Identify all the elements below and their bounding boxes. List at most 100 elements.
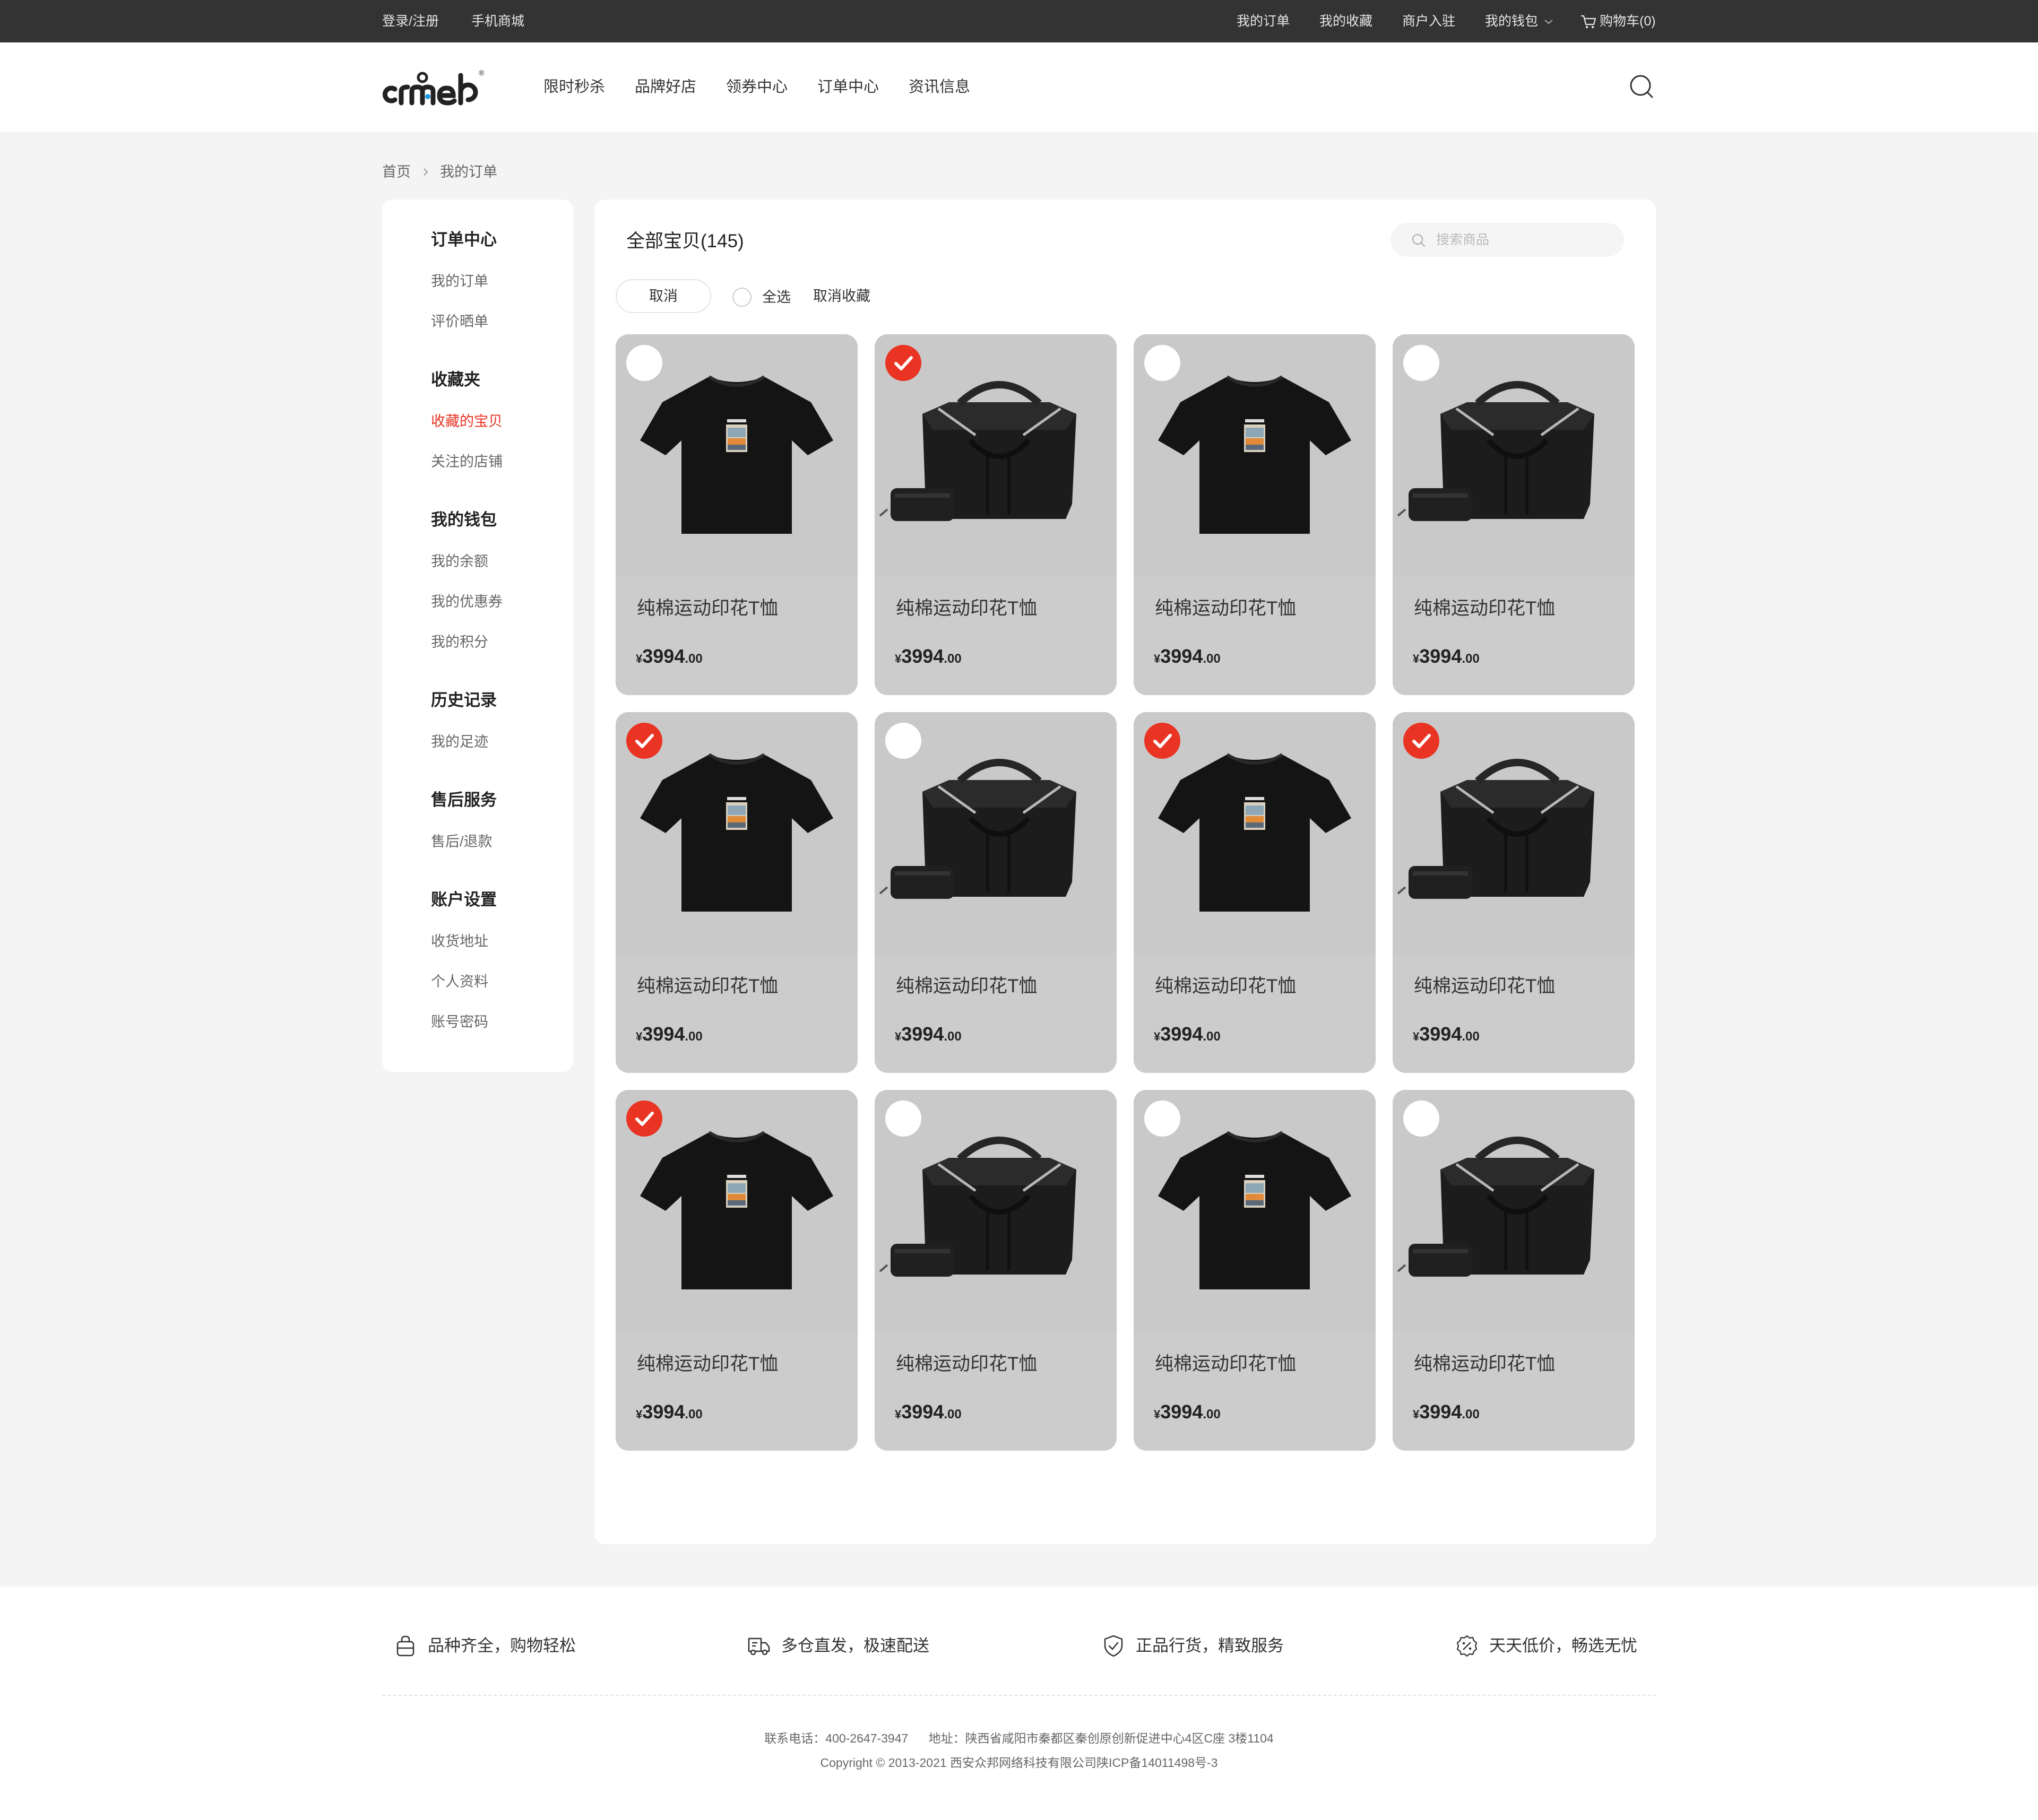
sidebar-item-footprints[interactable]: 我的足迹 bbox=[431, 731, 488, 752]
product-search[interactable] bbox=[1391, 223, 1624, 257]
product-select-checkbox[interactable] bbox=[885, 723, 921, 759]
sidebar-item-addresses[interactable]: 收货地址 bbox=[431, 931, 488, 952]
product-card[interactable]: 纯棉运动印花T恤 ¥3994.00 bbox=[1134, 334, 1376, 695]
product-select-checkbox[interactable] bbox=[1403, 345, 1439, 381]
product-card[interactable]: 纯棉运动印花T恤 ¥3994.00 bbox=[1393, 334, 1635, 695]
product-card[interactable]: 纯棉运动印花T恤 ¥3994.00 bbox=[616, 712, 858, 1073]
price-currency: ¥ bbox=[895, 652, 902, 665]
product-card[interactable]: 纯棉运动印花T恤 ¥3994.00 bbox=[616, 334, 858, 695]
product-select-checkbox[interactable] bbox=[885, 345, 921, 381]
product-select-checkbox[interactable] bbox=[626, 345, 662, 381]
product-card[interactable]: 纯棉运动印花T恤 ¥3994.00 bbox=[875, 1090, 1117, 1451]
product-card[interactable]: 纯棉运动印花T恤 ¥3994.00 bbox=[1134, 712, 1376, 1073]
search-input[interactable] bbox=[1436, 228, 1611, 252]
footer-feature: 多仓直发，极速配送 bbox=[747, 1629, 929, 1661]
product-price: ¥3994.00 bbox=[1413, 643, 1480, 670]
price-currency: ¥ bbox=[1154, 1030, 1161, 1043]
mobile-mall-link[interactable]: 手机商城 bbox=[471, 0, 524, 42]
product-card[interactable]: 纯棉运动印花T恤 ¥3994.00 bbox=[1393, 1090, 1635, 1451]
breadcrumb-home[interactable]: 首页 bbox=[382, 160, 411, 184]
sidebar-item-refunds[interactable]: 售后/退款 bbox=[431, 831, 493, 852]
product-select-checkbox[interactable] bbox=[626, 1100, 662, 1137]
sidebar-item-my-orders[interactable]: 我的订单 bbox=[431, 271, 488, 292]
price-currency: ¥ bbox=[1413, 652, 1420, 665]
login-register-link[interactable]: 登录/注册 bbox=[382, 0, 439, 42]
product-name[interactable]: 纯棉运动印花T恤 bbox=[1414, 973, 1555, 1000]
crmeb-logo[interactable]: ® bbox=[382, 66, 488, 108]
uncollect-button[interactable]: 取消收藏 bbox=[813, 283, 870, 309]
sidebar-item-balance[interactable]: 我的余额 bbox=[431, 551, 488, 572]
sidebar-item-points[interactable]: 我的积分 bbox=[431, 631, 488, 653]
my-favorites-link[interactable]: 我的收藏 bbox=[1319, 0, 1372, 42]
merchant-join-link[interactable]: 商户入驻 bbox=[1402, 0, 1455, 42]
svg-text:®: ® bbox=[479, 68, 485, 77]
product-price: ¥3994.00 bbox=[895, 643, 962, 670]
product-select-checkbox[interactable] bbox=[1144, 345, 1180, 381]
sidebar-item-followed-stores[interactable]: 关注的店铺 bbox=[431, 451, 503, 472]
product-card[interactable]: 纯棉运动印花T恤 ¥3994.00 bbox=[875, 334, 1117, 695]
product-price: ¥3994.00 bbox=[1413, 1021, 1480, 1047]
nav-brand-stores[interactable]: 品牌好店 bbox=[635, 74, 696, 100]
product-name[interactable]: 纯棉运动印花T恤 bbox=[1414, 1351, 1555, 1377]
cart-link[interactable]: 购物车(0) bbox=[1581, 0, 1656, 42]
sidebar-item-reviews[interactable]: 评价晒单 bbox=[431, 311, 488, 332]
price-decimal: .00 bbox=[1203, 1029, 1221, 1044]
search-icon bbox=[1630, 75, 1653, 98]
price-currency: ¥ bbox=[636, 1030, 643, 1043]
product-card[interactable]: 纯棉运动印花T恤 ¥3994.00 bbox=[1393, 712, 1635, 1073]
select-all-toggle[interactable]: 全选 bbox=[732, 283, 791, 309]
product-name[interactable]: 纯棉运动印花T恤 bbox=[637, 595, 778, 622]
product-select-checkbox[interactable] bbox=[1144, 723, 1180, 759]
product-card[interactable]: 纯棉运动印花T恤 ¥3994.00 bbox=[1134, 1090, 1376, 1451]
price-currency: ¥ bbox=[1413, 1030, 1420, 1043]
nav-news[interactable]: 资讯信息 bbox=[909, 74, 970, 100]
sidebar-item-profile[interactable]: 个人资料 bbox=[431, 971, 488, 992]
product-price: ¥3994.00 bbox=[1154, 1021, 1221, 1047]
price-integer: 3994 bbox=[901, 1401, 944, 1423]
select-all-radio[interactable] bbox=[732, 287, 752, 307]
nav-flash-sale[interactable]: 限时秒杀 bbox=[543, 74, 605, 100]
chevron-right-icon bbox=[423, 168, 428, 176]
price-decimal: .00 bbox=[685, 1029, 703, 1044]
sidebar-item-favorite-products[interactable]: 收藏的宝贝 bbox=[431, 411, 503, 432]
product-select-checkbox[interactable] bbox=[626, 723, 662, 759]
header-search-button[interactable] bbox=[1629, 74, 1654, 99]
product-select-checkbox[interactable] bbox=[885, 1100, 921, 1137]
product-name[interactable]: 纯棉运动印花T恤 bbox=[637, 1351, 778, 1377]
sidebar-item-coupons[interactable]: 我的优惠券 bbox=[431, 591, 503, 612]
product-select-checkbox[interactable] bbox=[1144, 1100, 1180, 1137]
sidebar-item-password[interactable]: 账号密码 bbox=[431, 1011, 488, 1033]
my-orders-link[interactable]: 我的订单 bbox=[1237, 0, 1290, 42]
my-wallet-label: 我的钱包 bbox=[1485, 14, 1539, 29]
product-name[interactable]: 纯棉运动印花T恤 bbox=[896, 595, 1037, 622]
product-name[interactable]: 纯棉运动印花T恤 bbox=[1414, 595, 1555, 622]
product-card[interactable]: 纯棉运动印花T恤 ¥3994.00 bbox=[616, 1090, 858, 1451]
price-decimal: .00 bbox=[944, 1029, 962, 1044]
cart-icon bbox=[1581, 15, 1596, 29]
nav-order-center[interactable]: 订单中心 bbox=[817, 74, 879, 100]
product-select-checkbox[interactable] bbox=[1403, 723, 1439, 759]
product-name[interactable]: 纯棉运动印花T恤 bbox=[896, 973, 1037, 1000]
price-decimal: .00 bbox=[1203, 1407, 1221, 1422]
account-sidebar: 订单中心 我的订单 评价晒单 收藏夹 收藏的宝贝 关注的店铺 我的钱包 我的余额… bbox=[382, 200, 573, 1072]
price-currency: ¥ bbox=[636, 652, 643, 665]
my-wallet-dropdown[interactable]: 我的钱包 bbox=[1485, 0, 1553, 42]
price-integer: 3994 bbox=[901, 645, 944, 667]
product-name[interactable]: 纯棉运动印花T恤 bbox=[896, 1351, 1037, 1377]
site-header: ® 限时秒杀 品牌好店 领券中心 订单中心 资讯信息 bbox=[0, 42, 2038, 132]
price-decimal: .00 bbox=[1462, 1407, 1480, 1422]
product-card[interactable]: 纯棉运动印花T恤 ¥3994.00 bbox=[875, 712, 1117, 1073]
sidebar-group-title: 收藏夹 bbox=[431, 370, 480, 389]
chevron-down-icon bbox=[1544, 20, 1553, 24]
product-name[interactable]: 纯棉运动印花T恤 bbox=[1155, 595, 1296, 622]
footer-divider bbox=[382, 1695, 1656, 1696]
truck-icon bbox=[748, 1637, 770, 1656]
product-select-checkbox[interactable] bbox=[1403, 1100, 1439, 1137]
top-bar: 登录/注册 手机商城 我的订单 我的收藏 商户入驻 我的钱包 购物车(0) bbox=[0, 0, 2038, 42]
product-price: ¥3994.00 bbox=[895, 1399, 962, 1425]
product-name[interactable]: 纯棉运动印花T恤 bbox=[637, 973, 778, 1000]
product-name[interactable]: 纯棉运动印花T恤 bbox=[1155, 1351, 1296, 1377]
product-name[interactable]: 纯棉运动印花T恤 bbox=[1155, 973, 1296, 1000]
nav-coupon-center[interactable]: 领券中心 bbox=[726, 74, 788, 100]
cancel-button[interactable]: 取消 bbox=[616, 279, 711, 313]
